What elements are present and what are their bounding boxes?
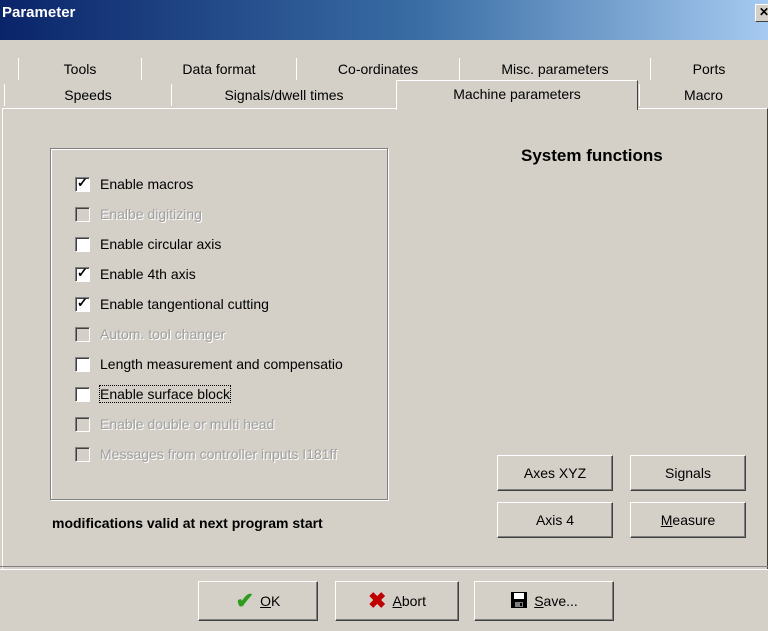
system-functions-heading: System functions — [521, 146, 663, 165]
checkbox-label: Enable 4th axis — [100, 266, 196, 282]
checkbox-row[interactable]: Enable circular axis — [75, 234, 221, 254]
checkbox-label: Length measurement and compensatio — [100, 356, 343, 372]
abort-button[interactable]: ✖ Abort — [335, 581, 459, 621]
checkbox-label: Enalbe digitizing — [100, 206, 202, 222]
tab-signals-dwell-times[interactable]: Signals/dwell times — [171, 84, 396, 106]
mnemonic-letter: A — [392, 593, 402, 609]
save-button[interactable]: Save... — [474, 581, 614, 621]
label-rest: ave... — [543, 593, 578, 609]
x-cross-icon: ✖ — [368, 588, 387, 613]
button-label: Axes XYZ — [523, 465, 587, 481]
checkbox-label: Enable surface block — [99, 385, 231, 403]
tab-speeds[interactable]: Speeds — [4, 84, 172, 106]
checkbox[interactable] — [75, 236, 90, 252]
checkbox[interactable] — [75, 386, 90, 402]
tab-label: Tools — [63, 61, 97, 77]
checkbox-label: Enable circular axis — [100, 236, 222, 252]
tab-misc-parameters[interactable]: Misc. parameters — [459, 58, 651, 80]
check-icon: ✓ — [77, 264, 88, 280]
mnemonic-letter: O — [260, 593, 271, 609]
button-label: Abort — [392, 593, 425, 609]
checkbox-row[interactable]: ✓ Enable tangentional cutting — [75, 294, 269, 314]
checkbox-row: Autom. tool changer — [75, 324, 225, 344]
tab-ports[interactable]: Ports — [650, 58, 767, 80]
checkbox-label: Autom. tool changer — [100, 326, 226, 342]
checkbox-row[interactable]: ✓ Enable 4th axis — [75, 264, 196, 284]
close-icon[interactable]: ✕ — [755, 4, 768, 22]
checkbox-label: Enable macros — [100, 176, 194, 192]
checkbox-row: Messages from controller inputs I181ff — [75, 444, 337, 464]
tab-label: Ports — [692, 61, 726, 77]
checkbox[interactable] — [75, 356, 90, 372]
check-icon: ✓ — [77, 294, 88, 310]
title-bar: Parameter ✕ — [0, 0, 768, 40]
mnemonic-letter: S — [534, 593, 544, 609]
tab-label: Macro — [684, 87, 723, 103]
tab-macro[interactable]: Macro — [639, 84, 767, 106]
check-icon: ✓ — [77, 174, 88, 190]
mnemonic-letter: M — [660, 512, 673, 528]
signals-button[interactable]: Signals — [630, 455, 746, 491]
tab-label: Data format — [182, 61, 256, 77]
checkbox[interactable]: ✓ — [75, 294, 90, 312]
label-rest: bort — [401, 593, 426, 609]
tab-tools[interactable]: Tools — [18, 58, 142, 80]
button-label: Signals — [665, 465, 711, 481]
checkbox[interactable]: ✓ — [75, 264, 90, 282]
tab-label: Speeds — [64, 87, 112, 103]
restart-note: modifications valid at next program star… — [52, 515, 323, 531]
checkbox-row[interactable]: ✓ Enable macros — [75, 174, 193, 194]
button-label: Axis 4 — [535, 512, 575, 528]
checkmark-icon: ✔ — [235, 588, 255, 613]
checkbox-label: Messages from controller inputs I181ff — [100, 446, 338, 462]
tab-label: Machine parameters — [453, 86, 581, 102]
label-rest: K — [270, 593, 281, 609]
checkbox-row: Enalbe digitizing — [75, 204, 202, 224]
checkbox-row: Enable double or multi head — [75, 414, 274, 434]
button-label: Measure — [661, 512, 715, 528]
checkbox — [75, 416, 90, 432]
axes-xyz-button[interactable]: Axes XYZ — [497, 455, 613, 491]
tab-data-format[interactable]: Data format — [141, 58, 297, 80]
measure-button[interactable]: Measure — [630, 502, 746, 538]
checkbox-row[interactable]: Length measurement and compensatio — [75, 354, 343, 374]
ok-button[interactable]: ✔ OK — [198, 581, 318, 621]
checkbox-label: Enable tangentional cutting — [100, 296, 269, 312]
label-rest: easure — [672, 512, 716, 528]
divider — [0, 566, 768, 570]
checkbox-row[interactable]: Enable surface block — [75, 384, 231, 404]
axis-4-button[interactable]: Axis 4 — [497, 502, 613, 538]
checkbox-label: Enable double or multi head — [100, 416, 275, 432]
tab-co-ordinates[interactable]: Co-ordinates — [296, 58, 460, 80]
window-title: Parameter — [2, 4, 76, 21]
checkbox — [75, 326, 90, 342]
checkbox — [75, 206, 90, 222]
button-label: Save... — [534, 593, 578, 609]
tab-label: Signals/dwell times — [224, 87, 344, 103]
floppy-disk-icon — [510, 591, 528, 612]
tab-machine-parameters[interactable]: Machine parameters — [396, 80, 638, 110]
checkbox[interactable]: ✓ — [75, 174, 90, 192]
tab-label: Co-ordinates — [337, 61, 419, 77]
button-label: OK — [260, 593, 280, 609]
tab-label: Misc. parameters — [501, 61, 609, 77]
checkbox — [75, 446, 90, 462]
